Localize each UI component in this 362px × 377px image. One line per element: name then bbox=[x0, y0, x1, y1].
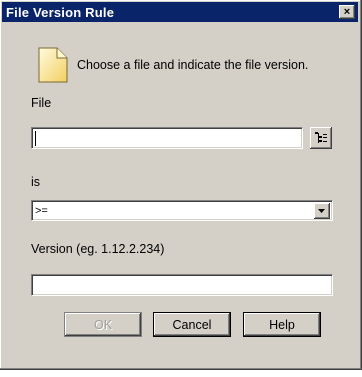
file-field[interactable] bbox=[31, 127, 303, 149]
dropdown-arrow-button[interactable] bbox=[314, 203, 330, 219]
cancel-button-label: Cancel bbox=[172, 317, 212, 332]
file-version-rule-dialog: File Version Rule × Choose a file and in… bbox=[0, 0, 362, 370]
browse-button[interactable] bbox=[310, 127, 332, 149]
close-icon: × bbox=[343, 6, 351, 18]
file-label: File bbox=[31, 96, 52, 110]
help-button-label: Help bbox=[269, 317, 295, 332]
document-icon bbox=[38, 47, 68, 83]
version-label: Version (eg. 1.12.2.234) bbox=[31, 242, 165, 256]
cancel-button[interactable]: Cancel bbox=[153, 312, 231, 337]
operator-select[interactable]: >= bbox=[31, 200, 333, 221]
browse-icon bbox=[315, 132, 327, 143]
dialog-title: File Version Rule bbox=[6, 4, 115, 20]
intro-text: Choose a file and indicate the file vers… bbox=[77, 58, 309, 72]
version-field[interactable] bbox=[31, 274, 333, 296]
title-bar: File Version Rule × bbox=[2, 2, 358, 22]
operator-value: >= bbox=[35, 205, 48, 217]
operator-label: is bbox=[31, 175, 41, 189]
ok-button-label: OK bbox=[93, 317, 113, 332]
help-button[interactable]: Help bbox=[243, 312, 321, 337]
text-cursor bbox=[35, 131, 36, 146]
close-button[interactable]: × bbox=[339, 5, 355, 19]
chevron-down-icon bbox=[318, 208, 325, 213]
ok-button[interactable]: OK bbox=[64, 312, 142, 337]
